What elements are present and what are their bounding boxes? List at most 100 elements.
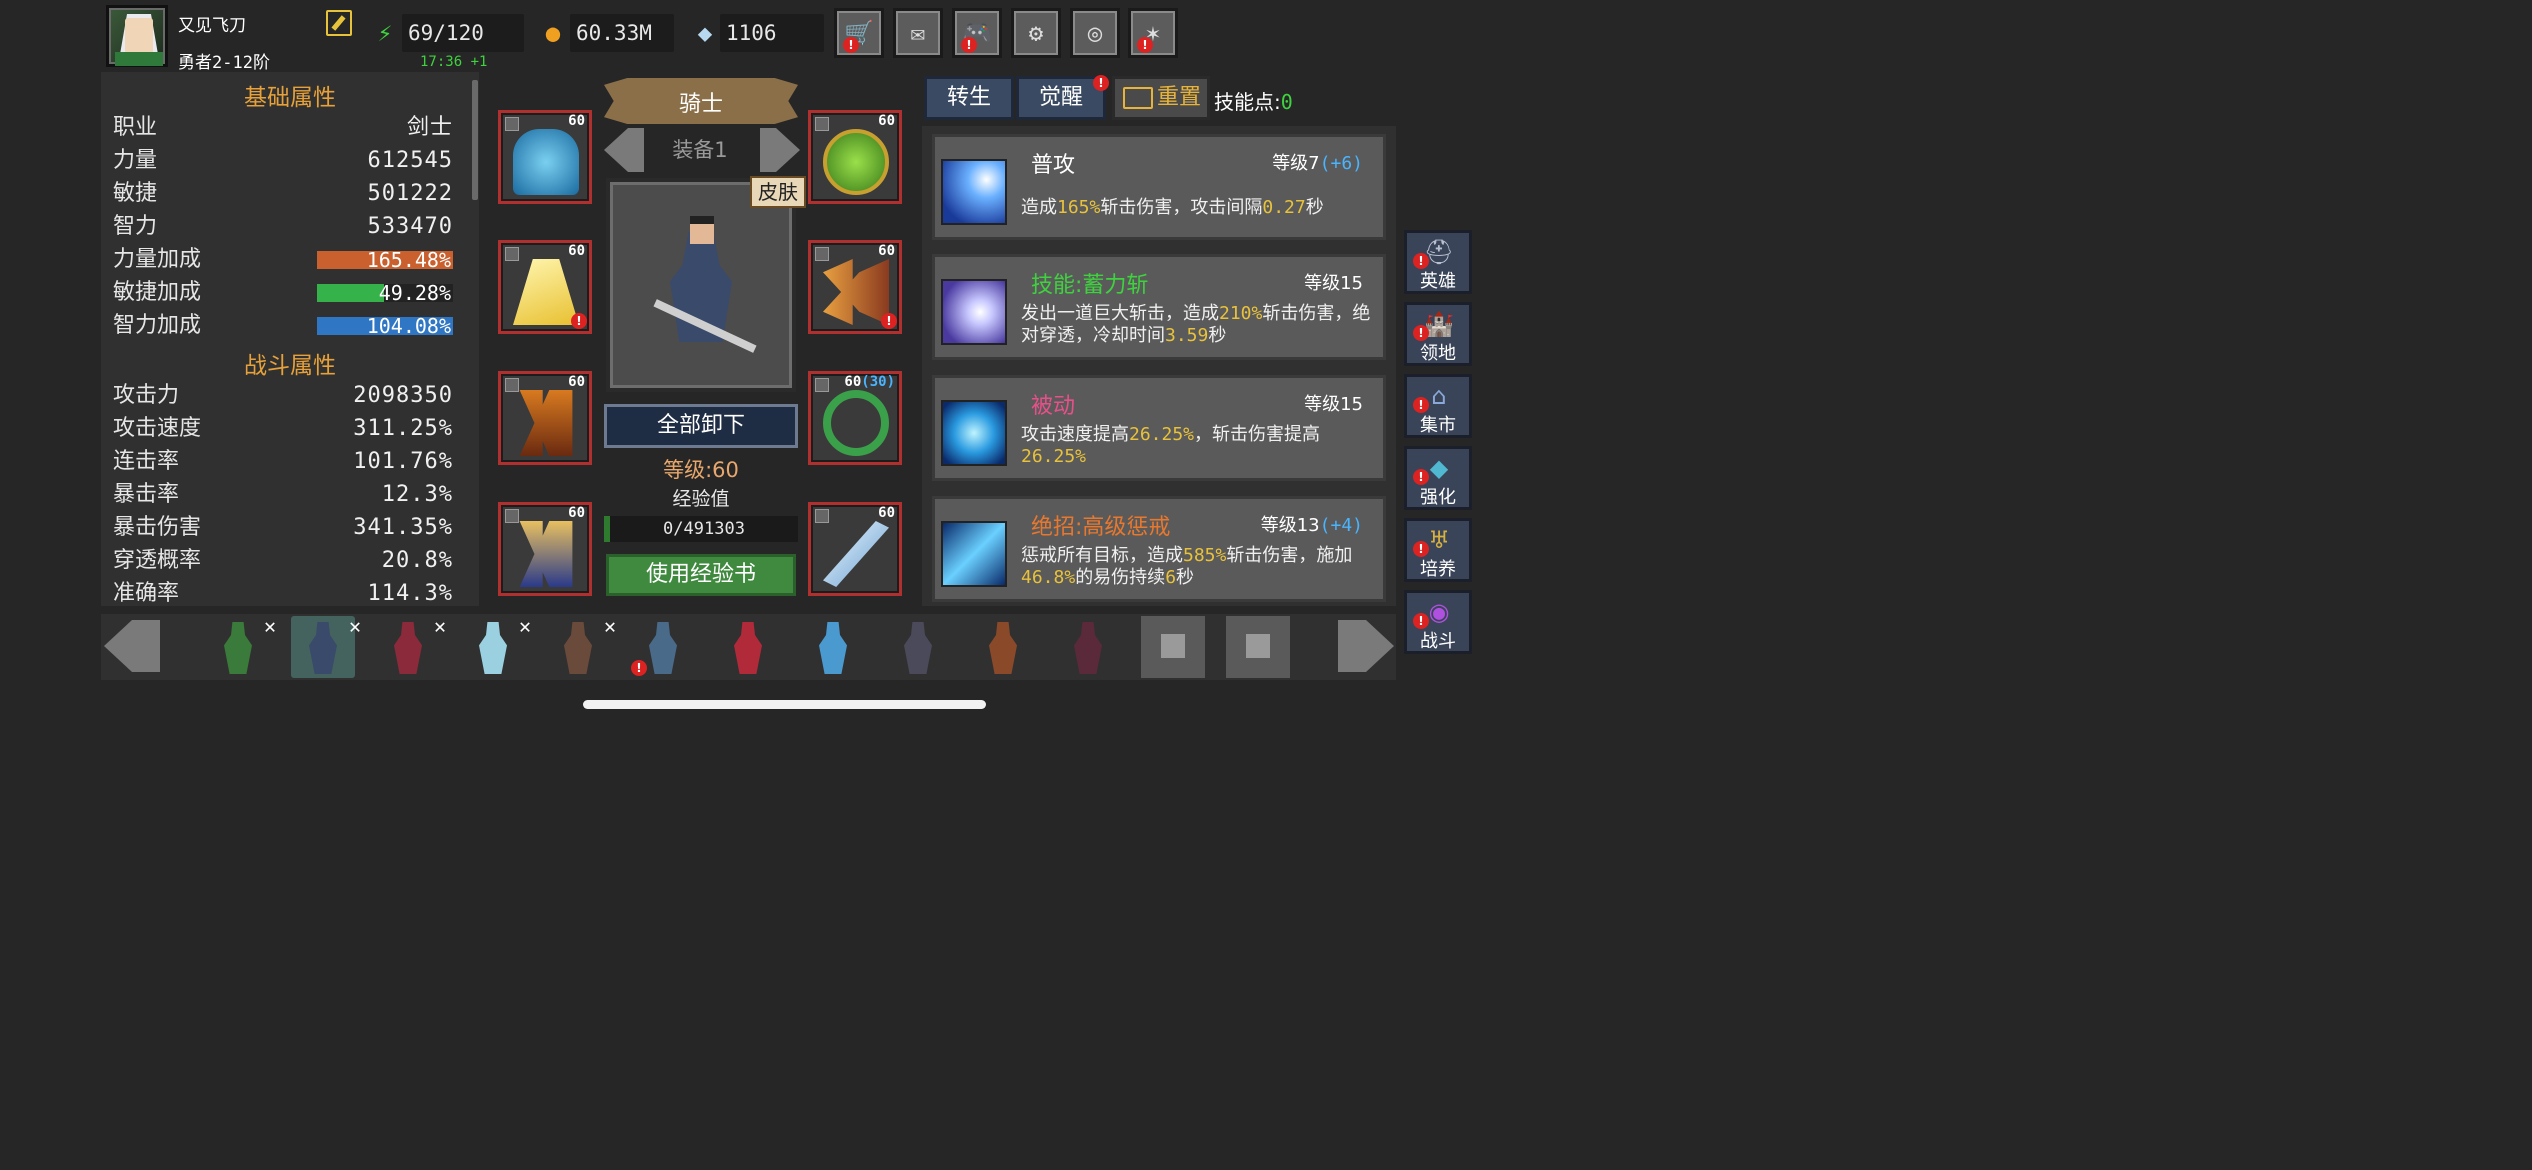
lock-icon[interactable]: [815, 509, 829, 523]
tab-rebirth[interactable]: 转生: [924, 76, 1014, 120]
skill-level-bonus: (+4): [1319, 515, 1363, 536]
nav-2-button[interactable]: ⌂ 集市!: [1404, 374, 1472, 438]
lock-icon[interactable]: [505, 247, 519, 261]
prev-set-arrow[interactable]: [604, 128, 644, 172]
alert-icon: !: [1093, 75, 1109, 91]
skill-points-value: 0: [1280, 90, 1293, 114]
equip-slot-ring[interactable]: 60(30): [808, 371, 902, 465]
alert-icon: !: [1413, 397, 1429, 413]
nav-3-button[interactable]: ◆ 强化!: [1404, 446, 1472, 510]
stamina-regen-timer: 17:36 +1: [420, 54, 488, 70]
hero-knight[interactable]: ✕: [291, 614, 361, 678]
reset-skills-button[interactable]: 重置: [1112, 76, 1210, 120]
remove-hero-icon[interactable]: ✕: [519, 614, 531, 638]
unequip-all-button[interactable]: 全部卸下: [604, 404, 798, 448]
basic-stat-row: 智力 533470: [113, 211, 453, 243]
equip-slot-cape[interactable]: 60!: [498, 240, 592, 334]
remove-hero-icon[interactable]: ✕: [264, 614, 276, 638]
equip-slot-gloves[interactable]: 60!: [808, 240, 902, 334]
lock-icon[interactable]: [505, 378, 519, 392]
nav-1-button[interactable]: 🏰 领地!: [1404, 302, 1472, 366]
equip-slot-sword[interactable]: 60: [808, 502, 902, 596]
equip-slot-helmet[interactable]: 60: [498, 110, 592, 204]
skill-value: 6: [1165, 567, 1177, 588]
hero-locked-1[interactable]: [1141, 616, 1205, 678]
attributes-scrollbar[interactable]: [472, 80, 478, 200]
basic-stat-row: 敏捷 501222: [113, 178, 453, 210]
nav-4-button[interactable]: ♅ 培养!: [1404, 518, 1472, 582]
skill-text: 斩击伤害，施加: [1226, 545, 1353, 566]
remove-hero-icon[interactable]: ✕: [349, 614, 361, 638]
slot-level-value: 60: [568, 113, 585, 129]
skill-card[interactable]: 技能:蓄力斩 等级15 发出一道巨大斩击，造成210%斩击伤害，绝对穿透，冷却时间3…: [932, 254, 1386, 360]
skill-card[interactable]: 普攻 等级7(+6) 造成165%斩击伤害，攻击间隔0.27秒: [932, 134, 1386, 240]
skill-text: 秒: [1176, 567, 1195, 588]
ring-icon: [823, 390, 889, 456]
mail-button[interactable]: ✉: [893, 8, 943, 58]
hero-mage[interactable]: ✕: [376, 614, 446, 678]
hero-warlock[interactable]: [886, 616, 950, 678]
stat-value: 533470: [367, 214, 453, 239]
skill-level-value: 等级15: [1304, 273, 1363, 294]
remove-hero-icon[interactable]: ✕: [434, 614, 446, 638]
hero-archer[interactable]: ✕: [206, 614, 276, 678]
fireworks-button[interactable]: ✶!: [1128, 8, 1178, 58]
stat-label: 力量加成: [113, 247, 202, 272]
hero-sprite: [394, 622, 422, 674]
alert-icon: !: [631, 660, 647, 676]
gamepad-button[interactable]: 🎮!: [952, 8, 1002, 58]
hero-rogue[interactable]: [971, 616, 1035, 678]
equip-slot-boots[interactable]: 60: [498, 502, 592, 596]
hero-ice-spirit[interactable]: [801, 616, 865, 678]
equipment-set-label: 装备1: [672, 138, 728, 162]
attributes-panel[interactable]: 基础属性 职业 剑士 力量 612545 敏捷 501222 智力 533470 力量加成 16…: [101, 72, 479, 606]
lock-icon[interactable]: [815, 247, 829, 261]
skill-card[interactable]: 被动 等级15 攻击速度提高26.25%，斩击伤害提高26.25%: [932, 375, 1386, 481]
gacha-button[interactable]: ◎: [1070, 8, 1120, 58]
skill-card[interactable]: 绝招:高级惩戒 等级13(+4) 惩戒所有目标，造成585%斩击伤害，施加 46.8%…: [932, 496, 1386, 602]
stat-value: 341.35%: [353, 515, 453, 540]
skill-icon: [941, 521, 1007, 587]
player-rank: 勇者2-12阶: [178, 53, 270, 73]
next-set-arrow[interactable]: [760, 128, 800, 172]
settings-button[interactable]: ⚙: [1011, 8, 1061, 58]
player-avatar[interactable]: [106, 5, 168, 67]
skill-level: 等级7(+6): [1272, 149, 1363, 175]
nav-5-button[interactable]: ◉ 战斗!: [1404, 590, 1472, 654]
use-exp-book-button[interactable]: 使用经验书: [606, 554, 796, 596]
edit-name-icon[interactable]: [326, 10, 352, 36]
skill-text: ，斩击伤害提高: [1194, 424, 1321, 445]
hero-locked-2[interactable]: [1226, 616, 1290, 678]
skill-value: 585%: [1183, 545, 1227, 566]
alert-icon: !: [843, 37, 859, 53]
nav-0-button[interactable]: ⛑ 英雄!: [1404, 230, 1472, 294]
lock-icon[interactable]: [815, 117, 829, 131]
remove-hero-icon[interactable]: ✕: [604, 614, 616, 638]
hero-spirit[interactable]: ✕: [461, 614, 531, 678]
equip-slot-legs[interactable]: 60: [498, 371, 592, 465]
tab-awaken[interactable]: 觉醒 !: [1016, 75, 1109, 120]
lock-icon[interactable]: [505, 509, 519, 523]
hero-dark-knight[interactable]: [1056, 616, 1120, 678]
hero-gunner[interactable]: !: [631, 616, 695, 678]
home-indicator[interactable]: [583, 700, 986, 709]
stat-label: 攻击力: [113, 383, 180, 408]
lock-icon[interactable]: [815, 378, 829, 392]
lock-icon[interactable]: [505, 117, 519, 131]
slot-level-bonus: (30): [861, 374, 895, 390]
shop-button[interactable]: 🛒!: [834, 8, 884, 58]
skill-value: 3.59: [1165, 325, 1209, 346]
hero-sorceress[interactable]: [716, 616, 780, 678]
skill-value: 165%: [1057, 197, 1101, 218]
skill-name: 被动: [1031, 394, 1076, 419]
alert-icon: !: [1413, 469, 1429, 485]
hero-sprite: [819, 622, 847, 674]
slot-level-value: 60: [844, 374, 862, 390]
boots-icon: [519, 521, 573, 587]
skin-button[interactable]: 皮肤: [750, 176, 806, 208]
equip-slot-amulet[interactable]: 60: [808, 110, 902, 204]
bonus-bar: 49.28%: [317, 281, 453, 305]
skill-description: 惩戒所有目标，造成585%斩击伤害，施加 46.8%的易伤持续6秒: [1021, 545, 1373, 589]
hero-huntress[interactable]: ✕: [546, 614, 616, 678]
ad-video-icon: [1123, 87, 1153, 109]
